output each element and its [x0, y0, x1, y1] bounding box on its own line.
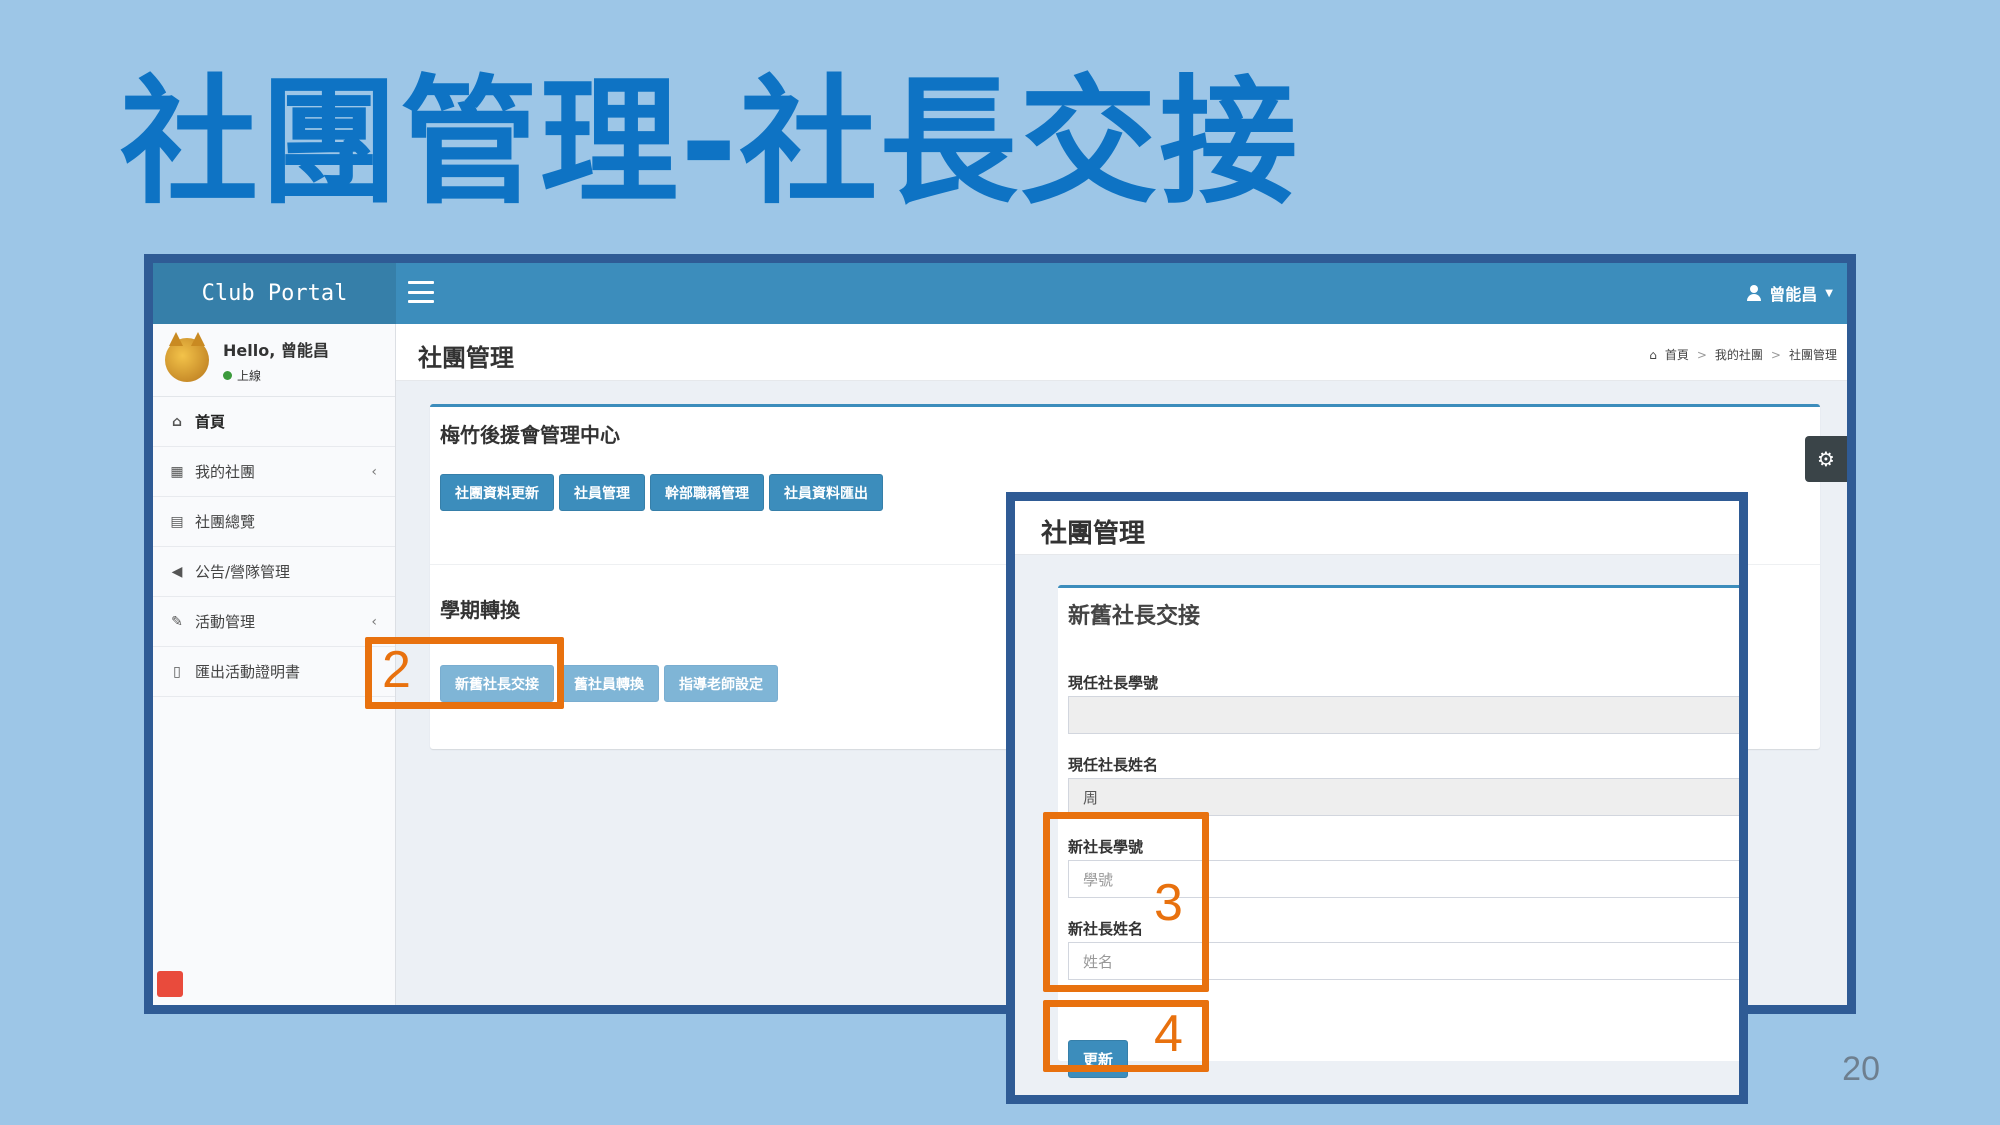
- section-title: 學期轉換: [440, 598, 520, 622]
- online-status-label: 上線: [237, 368, 262, 383]
- gear-icon[interactable]: ⚙: [1805, 436, 1847, 482]
- chevron-left-icon: ‹: [371, 613, 377, 630]
- current-president-name-field: 周: [1068, 778, 1739, 816]
- sidebar-item-club-overview[interactable]: ▤ 社團總覽: [153, 497, 395, 547]
- user-menu[interactable]: 曾能昌 ▼: [1747, 281, 1833, 305]
- export-members-button[interactable]: 社員資料匯出: [769, 474, 883, 511]
- slide-title: 社團管理-社長交接: [120, 62, 1300, 223]
- content-header: 社團管理 ⌂ 首頁 > 我的社團 > 社團管理: [396, 324, 1847, 381]
- step-3-label: 3: [1154, 874, 1183, 932]
- highlight-step-3: [1043, 812, 1209, 992]
- breadcrumb-separator: >: [1696, 347, 1707, 362]
- breadcrumb-separator: >: [1770, 347, 1781, 362]
- sidebar-item-label: 公告/營隊管理: [195, 563, 291, 581]
- user-icon: [1747, 285, 1762, 301]
- current-president-name-label: 現任社長姓名: [1068, 756, 1159, 774]
- sidebar-item-export-certificate[interactable]: ▯ 匯出活動證明書: [153, 647, 395, 697]
- file-icon: ▯: [173, 663, 181, 680]
- browser-extension-icon[interactable]: [157, 971, 183, 997]
- box-title: 梅竹後援會管理中心: [440, 423, 620, 447]
- member-management-button[interactable]: 社員管理: [559, 474, 645, 511]
- sidebar: Hello, 曾能昌 上線 ⌂ 首頁 ▦ 我的社團 ‹ ▤ 社團總覽 ◀ 公告/…: [153, 324, 396, 1005]
- top-navbar: Club Portal 曾能昌 ▼: [153, 263, 1847, 324]
- advisor-setting-button[interactable]: 指導老師設定: [664, 665, 778, 702]
- panel-title: 社團管理: [1041, 519, 1146, 549]
- sidebar-item-label: 活動管理: [195, 613, 256, 631]
- online-status: 上線: [223, 367, 329, 384]
- sidebar-item-label: 匯出活動證明書: [195, 663, 301, 681]
- update-club-info-button[interactable]: 社團資料更新: [440, 474, 554, 511]
- avatar: [165, 332, 209, 382]
- current-president-id-field: [1068, 696, 1739, 734]
- breadcrumb-home[interactable]: 首頁: [1665, 346, 1689, 363]
- user-greeting: Hello, 曾能昌: [223, 340, 329, 360]
- breadcrumb-current: 社團管理: [1788, 348, 1837, 362]
- page-title: 社團管理: [418, 344, 514, 372]
- old-member-transfer-button[interactable]: 舊社員轉換: [559, 665, 659, 702]
- grid-icon: ▦: [170, 463, 184, 480]
- sidebar-item-label: 我的社團: [195, 463, 256, 481]
- step-2-label: 2: [382, 641, 411, 699]
- sidebar-item-announcements[interactable]: ◀ 公告/營隊管理: [153, 547, 395, 597]
- sidebar-item-label: 社團總覽: [195, 513, 256, 531]
- sidebar-item-my-clubs[interactable]: ▦ 我的社團 ‹: [153, 447, 395, 497]
- form-title: 新舊社長交接: [1068, 604, 1201, 629]
- panel-header: 社團管理: [1015, 501, 1739, 555]
- highlight-step-4: [1043, 1000, 1209, 1072]
- bullhorn-icon: ◀: [171, 563, 183, 580]
- page-number: 20: [1842, 1050, 1880, 1088]
- home-icon: ⌂: [171, 413, 183, 430]
- sidebar-toggle-icon[interactable]: [408, 281, 434, 303]
- caret-down-icon: ▼: [1825, 287, 1833, 299]
- online-dot-icon: [223, 370, 232, 380]
- app-logo[interactable]: Club Portal: [153, 263, 396, 324]
- sidebar-item-activities[interactable]: ✎ 活動管理 ‹: [153, 597, 395, 647]
- edit-icon: ✎: [171, 613, 183, 630]
- officer-title-button[interactable]: 幹部職稱管理: [650, 474, 764, 511]
- user-panel: Hello, 曾能昌 上線: [153, 324, 395, 397]
- breadcrumb: ⌂ 首頁 > 我的社團 > 社團管理: [1649, 346, 1837, 363]
- chevron-left-icon: ‹: [371, 463, 377, 480]
- table-icon: ▤: [170, 513, 184, 530]
- sidebar-item-home[interactable]: ⌂ 首頁: [153, 397, 395, 447]
- current-president-id-label: 現任社長學號: [1068, 674, 1159, 692]
- home-icon: ⌂: [1649, 347, 1657, 362]
- step-4-label: 4: [1154, 1005, 1183, 1063]
- user-menu-name: 曾能昌: [1769, 285, 1818, 304]
- breadcrumb-my-clubs[interactable]: 我的社團: [1715, 346, 1763, 363]
- management-button-row: 社團資料更新 社員管理 幹部職稱管理 社員資料匯出: [440, 474, 883, 511]
- sidebar-item-label: 首頁: [195, 413, 226, 431]
